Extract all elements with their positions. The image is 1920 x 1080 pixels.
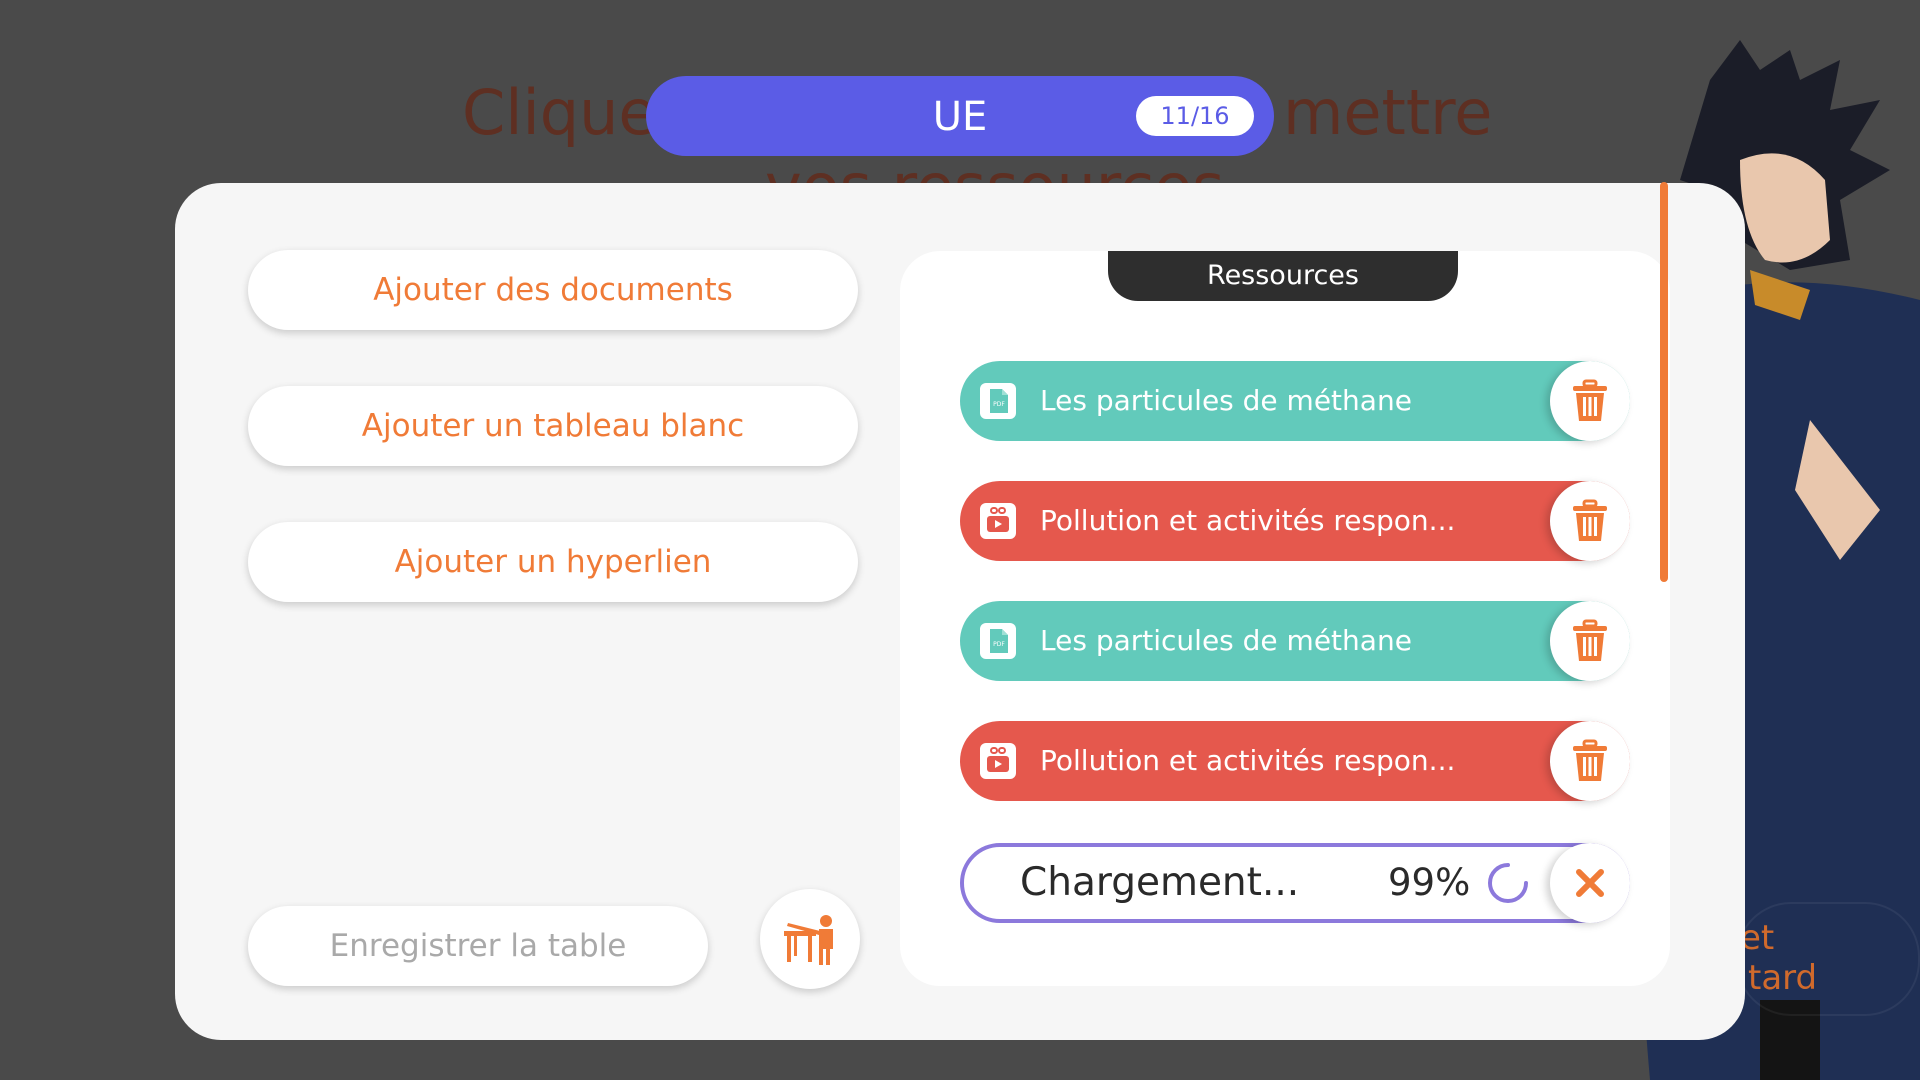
teacher-desk-icon [784,915,833,965]
resource-item[interactable]: PDF Les particules de méthane [960,361,1630,441]
save-table-button[interactable]: Enregistrer la table [248,906,708,986]
loading-spinner-icon [1488,863,1528,903]
resource-item[interactable]: Pollution et activités respon... [960,721,1630,801]
resources-modal: Ajouter des documents Ajouter un tableau… [175,183,1745,1040]
resource-item[interactable]: PDF Les particules de méthane [960,601,1630,681]
video-link-icon [980,503,1016,539]
resource-label: Les particules de méthane [1040,384,1412,417]
delete-resource-button[interactable] [1550,481,1630,561]
loading-percent: 99% [1388,861,1471,904]
pdf-file-icon: PDF [980,623,1016,659]
delete-resource-button[interactable] [1550,601,1630,681]
video-link-icon [980,743,1016,779]
background-later-line2: tard [1748,958,1818,998]
svg-text:PDF: PDF [993,641,1005,648]
resources-scrollbar[interactable] [1660,182,1668,582]
progress-badge: 11/16 [1136,96,1254,136]
close-icon [1576,869,1604,897]
resource-label: Pollution et activités respon... [1040,504,1456,537]
trash-icon [1573,739,1607,781]
trash-icon [1573,379,1607,421]
resources-panel: Ressources PDF Les particules de méthane [900,251,1670,986]
resource-label: Pollution et activités respon... [1040,744,1456,777]
trash-icon [1573,499,1607,541]
resource-item[interactable]: Pollution et activités respon... [960,481,1630,561]
trash-icon [1573,619,1607,661]
background-later-line1: et [1740,918,1775,958]
cancel-upload-button[interactable] [1550,843,1630,923]
scrollbar-thumb[interactable] [1660,182,1668,582]
svg-text:PDF: PDF [993,401,1005,408]
pdf-file-icon: PDF [980,383,1016,419]
add-documents-button[interactable]: Ajouter des documents [248,250,858,330]
unit-header: UE 11/16 [646,76,1274,156]
resources-tab: Ressources [1108,251,1458,301]
add-whiteboard-button[interactable]: Ajouter un tableau blanc [248,386,858,466]
delete-resource-button[interactable] [1550,721,1630,801]
loading-label: Chargement... [1020,860,1300,905]
upload-progress-row: Chargement... 99% [960,843,1630,923]
delete-resource-button[interactable] [1550,361,1630,441]
resource-label: Les particules de méthane [1040,624,1412,657]
add-hyperlink-button[interactable]: Ajouter un hyperlien [248,522,858,602]
background-title-right: mettre [1283,76,1493,149]
table-view-button[interactable] [760,889,860,989]
